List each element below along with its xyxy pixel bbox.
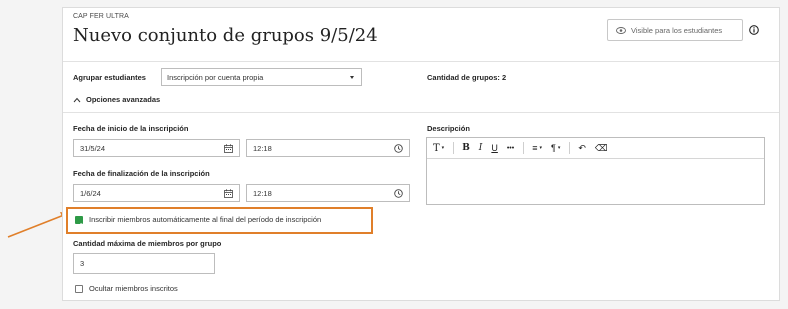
start-date-label: Fecha de inicio de la inscripción bbox=[73, 124, 189, 133]
max-members-value: 3 bbox=[80, 259, 85, 268]
chevron-down-icon bbox=[350, 76, 354, 79]
clock-icon bbox=[394, 144, 403, 153]
end-date-label: Fecha de finalización de la inscripción bbox=[73, 169, 210, 178]
panel-header: CAP FER ULTRA Nuevo conjunto de grupos 9… bbox=[63, 8, 779, 62]
max-members-label: Cantidad máxima de miembros por grupo bbox=[73, 239, 222, 248]
group-set-panel: CAP FER ULTRA Nuevo conjunto de grupos 9… bbox=[62, 7, 780, 301]
paragraph-button[interactable]: ¶ ▾ bbox=[551, 143, 560, 153]
end-date-value: 1/6/24 bbox=[80, 188, 101, 198]
auto-enroll-checkbox[interactable] bbox=[75, 216, 83, 228]
toolbar-divider bbox=[569, 142, 571, 154]
text-style-button[interactable]: T ▾ bbox=[433, 143, 444, 154]
chevron-up-icon bbox=[73, 97, 81, 102]
start-date-input[interactable]: 31/5/24 bbox=[73, 139, 240, 157]
clock-icon bbox=[394, 189, 403, 198]
check-icon bbox=[76, 222, 82, 228]
clear-format-button[interactable]: ⌫ bbox=[595, 143, 608, 154]
end-time-value: 12:18 bbox=[253, 188, 272, 198]
course-name: CAP FER ULTRA bbox=[73, 13, 129, 20]
calendar-icon bbox=[224, 144, 233, 153]
editor-toolbar: T ▾ B I U ••• ≡ ▾ ¶ ▾ ↶ ⌫ bbox=[427, 138, 764, 159]
toolbar-divider bbox=[523, 142, 525, 154]
start-time-value: 12:18 bbox=[253, 143, 272, 153]
hide-members-label: Ocultar miembros inscritos bbox=[89, 284, 178, 293]
end-date-input[interactable]: 1/6/24 bbox=[73, 184, 240, 202]
visibility-button[interactable]: Visible para los estudiantes bbox=[607, 19, 743, 41]
grouping-section: Agrupar estudiantes Inscripción por cuen… bbox=[63, 62, 779, 113]
advanced-options-label: Opciones avanzadas bbox=[86, 95, 161, 104]
description-label: Descripción bbox=[427, 124, 470, 133]
advanced-options-toggle[interactable]: Opciones avanzadas bbox=[73, 95, 160, 104]
start-date-value: 31/5/24 bbox=[80, 143, 106, 153]
info-icon[interactable] bbox=[749, 25, 759, 35]
eye-icon bbox=[616, 26, 626, 34]
group-count: Cantidad de grupos: 2 bbox=[427, 73, 507, 82]
grouping-select-value: Inscripción por cuenta propia bbox=[167, 72, 264, 82]
max-members-input[interactable]: 3 bbox=[73, 253, 215, 274]
bold-button[interactable]: B bbox=[462, 143, 470, 153]
description-editor[interactable]: T ▾ B I U ••• ≡ ▾ ¶ ▾ ↶ ⌫ bbox=[426, 137, 765, 205]
underline-button[interactable]: U bbox=[491, 143, 498, 153]
toolbar-divider bbox=[453, 142, 455, 154]
italic-button[interactable]: I bbox=[479, 143, 483, 153]
align-button[interactable]: ≡ ▾ bbox=[532, 143, 542, 153]
end-time-input[interactable]: 12:18 bbox=[246, 184, 410, 202]
page-title: Nuevo conjunto de grupos 9/5/24 bbox=[73, 25, 378, 46]
grouping-select[interactable]: Inscripción por cuenta propia bbox=[161, 68, 362, 86]
calendar-icon bbox=[224, 189, 233, 198]
grouping-label: Agrupar estudiantes bbox=[73, 73, 146, 82]
undo-button[interactable]: ↶ bbox=[578, 143, 586, 154]
auto-enroll-label: Inscribir miembros automáticamente al fi… bbox=[89, 215, 322, 224]
hide-members-checkbox[interactable] bbox=[75, 285, 83, 293]
visibility-label: Visible para los estudiantes bbox=[631, 25, 723, 35]
start-time-input[interactable]: 12:18 bbox=[246, 139, 410, 157]
more-options-button[interactable]: ••• bbox=[507, 145, 514, 152]
